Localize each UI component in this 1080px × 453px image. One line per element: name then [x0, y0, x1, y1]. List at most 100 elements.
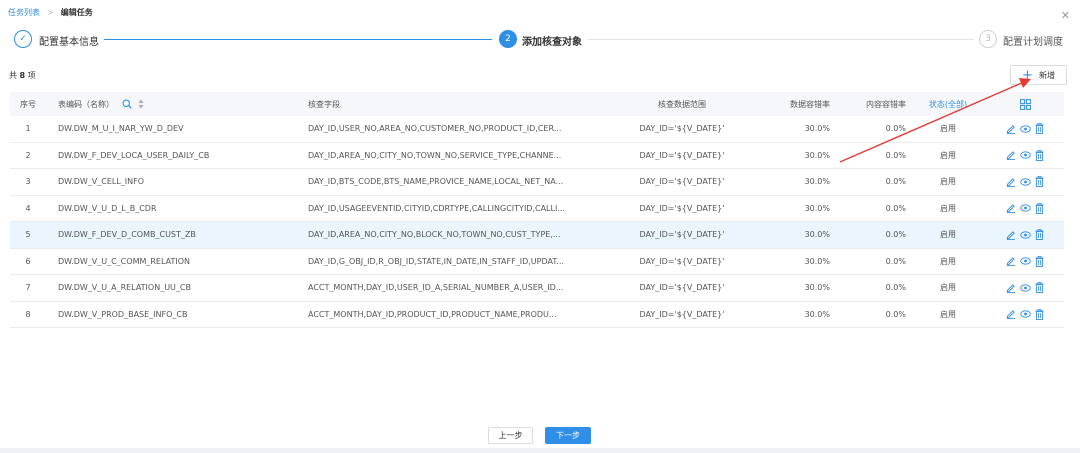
row-status: 启用	[940, 203, 956, 213]
header-range: 核查数据范围	[658, 99, 706, 109]
previous-step-button[interactable]: 上一步	[488, 427, 533, 444]
sort-icon[interactable]	[138, 99, 144, 109]
header-code-label: 表编码（名称）	[58, 99, 114, 109]
table-row[interactable]: 6 DW.DW_V_U_C_COMM_RELATION DAY_ID,G_OBJ_I…	[10, 249, 1064, 275]
column-settings-icon[interactable]	[1019, 98, 1031, 110]
delete-icon[interactable]	[1035, 229, 1044, 241]
table-row[interactable]: 8 DW.DW_V_PROD_BASE_INFO_CB ACCT_MONTH,DAY…	[10, 302, 1064, 328]
row-index: 8	[25, 309, 31, 319]
row-operations	[986, 255, 1064, 267]
row-check-fields: DAY_ID,BTS_CODE,BTS_NAME,PROVICE_NAME,LO…	[308, 177, 564, 187]
step-1-label: 配置基本信息	[39, 37, 99, 48]
view-icon[interactable]	[1020, 284, 1031, 292]
row-index: 6	[25, 256, 31, 266]
row-operations	[986, 229, 1064, 241]
table-header: 序号 表编码（名称） 核查字段 核查数据范围 数据容错率 内容容错率 状态(全部…	[10, 92, 1064, 116]
row-data-tolerance: 30.0%	[804, 309, 830, 319]
row-data-tolerance: 30.0%	[804, 177, 830, 187]
table-body: 1 DW.DW_M_U_I_NAR_YW_D_DEV DAY_ID,USER_NO,…	[10, 116, 1064, 328]
row-table-code: DW.DW_V_U_D_L_B_CDR	[58, 203, 157, 213]
view-icon[interactable]	[1020, 178, 1031, 186]
row-index: 2	[25, 150, 31, 160]
row-table-code: DW.DW_V_CELL_INFO	[58, 177, 145, 187]
row-check-fields: DAY_ID,USER_NO,AREA_NO,CUSTOMER_NO,PRODU…	[308, 124, 562, 134]
status-filter-dropdown[interactable]: 状态(全部)	[910, 99, 986, 110]
header-operations	[986, 98, 1064, 110]
next-step-button[interactable]: 下一步	[545, 427, 591, 444]
view-icon[interactable]	[1020, 125, 1031, 133]
close-icon[interactable]: ✕	[1061, 10, 1070, 21]
table-row[interactable]: 4 DW.DW_V_U_D_L_B_CDR DAY_ID,USAGEEVENTID,…	[10, 196, 1064, 222]
total-suffix: 项	[27, 71, 36, 80]
table-row[interactable]: 7 DW.DW_V_U_A_RELATION_UU_CB ACCT_MONTH,DA…	[10, 275, 1064, 302]
step-1-connector	[104, 39, 492, 40]
row-table-code: DW.DW_M_U_I_NAR_YW_D_DEV	[58, 124, 184, 134]
step-2-connector	[588, 39, 974, 40]
header-content-tolerance: 内容容错率	[866, 99, 906, 109]
view-icon[interactable]	[1020, 151, 1031, 159]
row-status: 启用	[940, 150, 956, 160]
row-table-code: DW.DW_V_U_A_RELATION_UU_CB	[58, 283, 191, 293]
step-1-check-icon: ✓	[14, 30, 32, 48]
row-data-range: DAY_ID='${V_DATE}'	[639, 230, 725, 240]
delete-icon[interactable]	[1035, 149, 1044, 161]
row-data-range: DAY_ID='${V_DATE}'	[639, 309, 725, 319]
view-icon[interactable]	[1020, 204, 1031, 212]
row-content-tolerance: 0.0%	[885, 203, 906, 213]
edit-icon[interactable]	[1006, 283, 1016, 293]
row-data-tolerance: 30.0%	[804, 203, 830, 213]
step-progress: ✓ 配置基本信息 2 添加核查对象 3 配置计划调度	[14, 30, 1076, 50]
row-data-tolerance: 30.0%	[804, 150, 830, 160]
edit-icon[interactable]	[1006, 177, 1016, 187]
delete-icon[interactable]	[1035, 123, 1044, 135]
row-operations	[986, 308, 1064, 320]
edit-icon[interactable]	[1006, 124, 1016, 134]
row-content-tolerance: 0.0%	[885, 283, 906, 293]
row-index: 4	[25, 203, 31, 213]
edit-icon[interactable]	[1006, 203, 1016, 214]
breadcrumb-current: 编辑任务	[60, 8, 93, 17]
total-prefix: 共	[9, 71, 17, 80]
row-check-fields: DAY_ID,AREA_NO,CITY_NO,TOWN_NO,SERVICE_T…	[308, 150, 562, 160]
row-index: 3	[25, 177, 31, 187]
table-row[interactable]: 3 DW.DW_V_CELL_INFO DAY_ID,BTS_CODE,BTS_NA…	[10, 169, 1064, 196]
row-operations	[986, 176, 1064, 188]
row-data-range: DAY_ID='${V_DATE}'	[639, 177, 725, 187]
view-icon[interactable]	[1020, 257, 1031, 265]
delete-icon[interactable]	[1035, 255, 1044, 267]
row-check-fields: ACCT_MONTH,DAY_ID,USER_ID_A,SERIAL_NUMBE…	[308, 283, 564, 293]
row-table-code: DW.DW_V_PROD_BASE_INFO_CB	[58, 309, 188, 319]
table-row[interactable]: 5 DW.DW_F_DEV_D_COMB_CUST_ZB DAY_ID,AREA_N…	[10, 222, 1064, 249]
row-table-code: DW.DW_V_U_C_COMM_RELATION	[58, 256, 190, 266]
delete-icon[interactable]	[1035, 202, 1044, 214]
total-number: 8	[19, 71, 26, 80]
row-index: 5	[25, 230, 31, 240]
row-data-tolerance: 30.0%	[804, 283, 830, 293]
row-content-tolerance: 0.0%	[885, 256, 906, 266]
breadcrumb-task-list-link[interactable]: 任务列表	[8, 7, 40, 18]
row-check-fields: DAY_ID,USAGEEVENTID,CITYID,CDRTYPE,CALLI…	[308, 203, 565, 213]
delete-icon[interactable]	[1035, 282, 1044, 294]
edit-icon[interactable]	[1006, 150, 1016, 161]
row-data-range: DAY_ID='${V_DATE}'	[639, 256, 725, 266]
row-operations	[986, 123, 1064, 135]
footer-actions: 上一步 下一步	[488, 427, 591, 444]
delete-icon[interactable]	[1035, 308, 1044, 320]
view-icon[interactable]	[1020, 231, 1031, 239]
view-icon[interactable]	[1020, 310, 1031, 318]
row-check-fields: ACCT_MONTH,DAY_ID,PRODUCT_ID,PRODUCT_NAM…	[308, 309, 557, 319]
table-row[interactable]: 1 DW.DW_M_U_I_NAR_YW_D_DEV DAY_ID,USER_NO,…	[10, 116, 1064, 143]
row-data-tolerance: 30.0%	[804, 256, 830, 266]
step-2-label: 添加核查对象	[522, 37, 582, 48]
edit-icon[interactable]	[1006, 309, 1016, 320]
row-data-range: DAY_ID='${V_DATE}'	[639, 124, 725, 134]
row-check-fields: DAY_ID,G_OBJ_ID,R_OBJ_ID,STATE,IN_DATE,I…	[308, 256, 564, 266]
delete-icon[interactable]	[1035, 176, 1044, 188]
add-button[interactable]: + 新增	[1010, 65, 1067, 85]
row-data-range: DAY_ID='${V_DATE}'	[639, 203, 725, 213]
breadcrumb-separator: >	[47, 8, 54, 17]
table-row[interactable]: 2 DW.DW_F_DEV_LOCA_USER_DAILY_CB DAY_ID,AR…	[10, 143, 1064, 169]
search-icon[interactable]	[121, 99, 132, 109]
edit-icon[interactable]	[1006, 256, 1016, 267]
edit-icon[interactable]	[1006, 230, 1016, 240]
